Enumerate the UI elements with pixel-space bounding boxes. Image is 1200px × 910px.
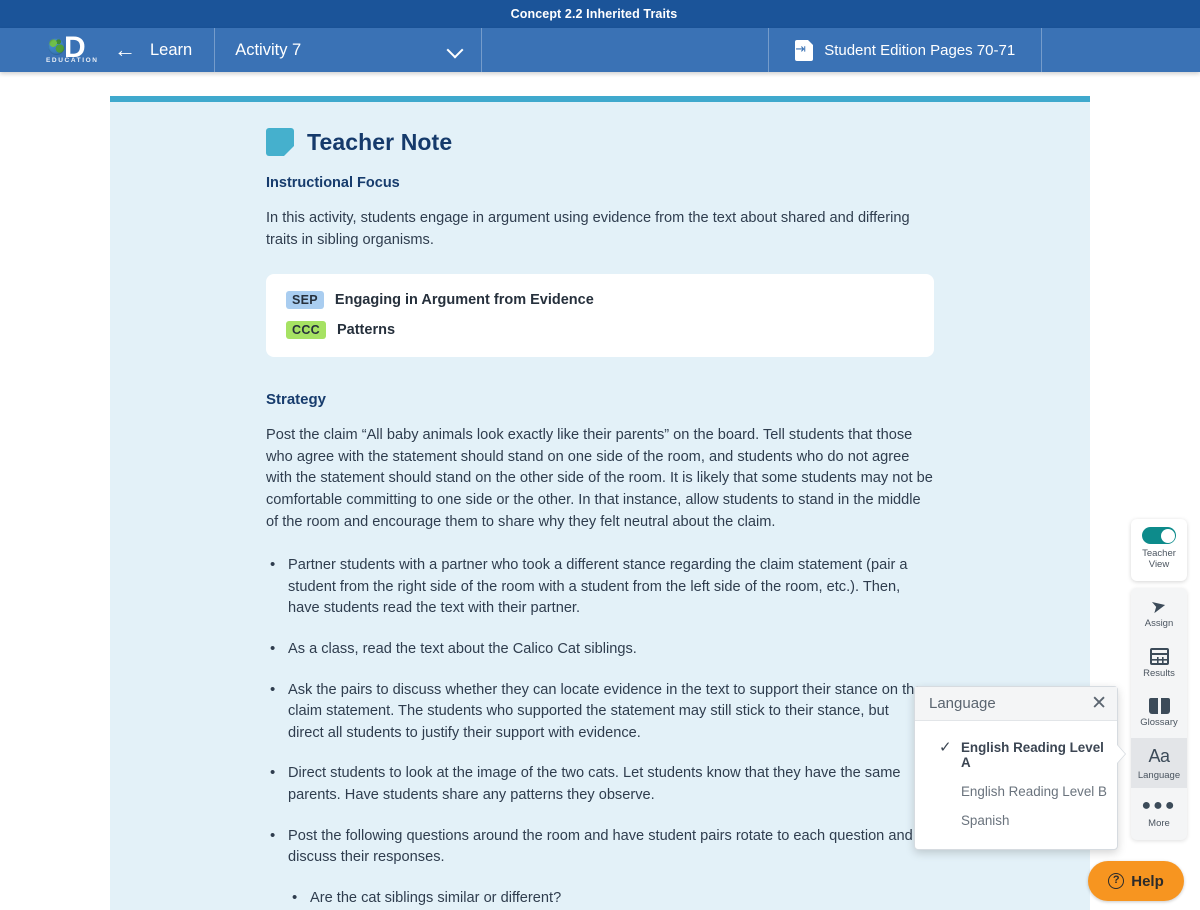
teacher-note-title: Teacher Note [307,128,453,155]
sidebar-item-label: Assign [1144,618,1174,629]
sidebar-item-label: Glossary [1140,717,1178,728]
app-root: Concept 2.2 Inherited Traits D EDUCATION… [0,0,1200,910]
language-option-english-a[interactable]: ✓ English Reading Level A [915,733,1117,777]
student-edition-label: Student Edition Pages 70-71 [824,41,1016,59]
sidebar-item-language[interactable]: Aa Language [1131,738,1187,788]
question-sub-list: Are the cat siblings similar or differen… [288,887,1044,910]
sep-badge: SEP [286,291,324,310]
aa-icon: Aa [1148,745,1170,766]
teacher-view-label-line1: Teacher [1142,548,1176,559]
language-option-label: English Reading Level A [961,740,1104,770]
language-popup-title: Language [929,695,996,712]
assign-icon: ➤ [1149,594,1169,618]
ccc-label: Patterns [336,322,396,339]
globe-icon [48,38,65,55]
language-option-english-b[interactable]: English Reading Level B [915,777,1117,806]
results-grid-icon [1149,647,1169,665]
standards-box: SEP Engaging in Argument from Evidence C… [266,274,934,358]
list-item: Ask the pairs to discuss whether they ca… [266,679,926,745]
teacher-note-header: Teacher Note [266,128,1044,156]
help-button[interactable]: ? Help [1088,861,1184,901]
sep-label: Engaging in Argument from Evidence [334,292,594,309]
language-option-label: Spanish [961,813,1010,828]
language-popup-header: Language ✕ [915,687,1117,721]
back-to-learn-button[interactable]: ← Learn [110,28,214,72]
instructional-focus-heading: Instructional Focus [266,175,400,191]
navigation-bar: D EDUCATION ← Learn Activity 7 Student E… [0,28,1200,72]
concept-title: Concept 2.2 Inherited Traits [510,7,678,21]
teacher-view-label: Teacher View [1142,548,1176,570]
student-edition-pages-link[interactable]: Student Edition Pages 70-71 [769,28,1041,72]
sidebar-item-label: Results [1143,667,1175,679]
sidebar-item-results[interactable]: Results [1131,638,1187,688]
help-label: Help [1131,872,1164,890]
note-icon [266,128,294,156]
book-icon [1148,698,1170,714]
ellipsis-icon: ●●● [1141,797,1177,814]
sidebar-item-glossary[interactable]: Glossary [1131,688,1187,738]
discovery-education-logo[interactable]: D EDUCATION [0,28,110,72]
teacher-view-label-line2: View [1148,559,1170,571]
ccc-badge: CCC [286,321,326,340]
chevron-down-icon[interactable] [449,43,463,57]
check-icon: ✓ [939,739,952,756]
language-option-spanish[interactable]: Spanish [915,806,1117,835]
sidebar-item-label: More [1148,818,1170,829]
strategy-paragraph: Post the claim “All baby animals look ex… [266,427,933,530]
pdf-document-icon [795,39,814,61]
intro-paragraph: In this activity, students engage in arg… [266,210,910,248]
activity-label: Activity 7 [235,40,302,59]
list-item: As a class, read the text about the Cali… [266,638,926,661]
back-arrow-icon: ← [114,37,136,62]
list-item: Are the cat siblings similar or differen… [288,887,948,910]
language-option-label: English Reading Level B [961,784,1107,799]
teacher-view-toggle-card[interactable]: Teacher View [1131,519,1187,581]
list-item: Post the following questions around the … [266,824,926,869]
list-item: Partner students with a partner who took… [266,554,926,620]
top-title-bar: Concept 2.2 Inherited Traits [0,0,1200,28]
nav-tail-spacer [1042,28,1200,72]
sidebar-item-label: Language [1137,769,1181,781]
sidebar-item-assign[interactable]: ➤ Assign [1131,588,1187,638]
list-item: Direct students to look at the image of … [266,762,926,806]
question-circle-icon: ? [1108,873,1125,889]
language-options-list: ✓ English Reading Level A English Readin… [915,721,1117,849]
tool-sidebar: ➤ Assign Results Glossary Aa Language ●●… [1131,588,1187,840]
standard-row-sep: SEP Engaging in Argument from Evidence [286,291,914,310]
teacher-view-toggle[interactable] [1142,527,1176,544]
learn-label: Learn [150,40,193,59]
activity-selector[interactable]: Activity 7 [215,28,481,72]
language-popup: Language ✕ ✓ English Reading Level A Eng… [914,686,1125,850]
standard-row-ccc: CCC Patterns [286,321,914,340]
popup-pointer [1117,745,1125,763]
strategy-heading: Strategy [266,391,327,409]
sidebar-item-more[interactable]: ●●● More [1131,788,1187,838]
logo-subtext: EDUCATION [46,57,99,64]
close-icon[interactable]: ✕ [1091,694,1107,713]
